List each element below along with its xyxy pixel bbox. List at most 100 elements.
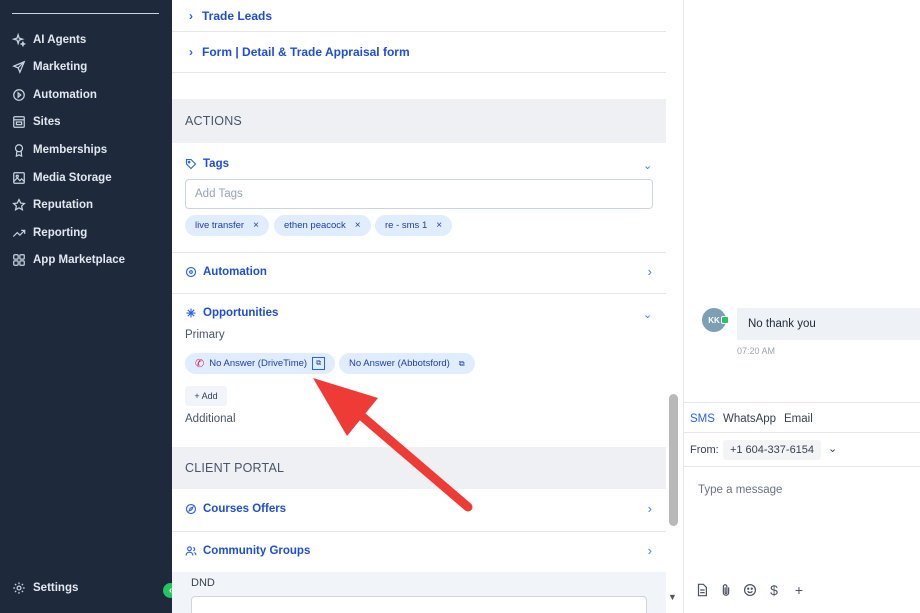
template-icon[interactable] [694, 582, 710, 598]
sites-icon [13, 116, 25, 128]
tab-sms[interactable]: SMS [690, 413, 715, 425]
tag-label: live transfer [195, 220, 245, 231]
open-external-icon[interactable]: ⧉ [459, 359, 465, 369]
sidebar-item-label: Memberships [33, 144, 108, 156]
courses-offers-toggle[interactable]: Courses Offers [185, 503, 286, 515]
contact-details-panel: › Trade Leads › Form | Detail & Trade Ap… [172, 0, 666, 613]
image-icon [13, 172, 25, 184]
form-trade-leads[interactable]: › Trade Leads [172, 0, 666, 32]
scroll-down-arrow-icon[interactable]: ▼ [668, 592, 677, 602]
add-tags-input[interactable]: Add Tags [185, 179, 653, 209]
tag-icon [185, 158, 197, 170]
tags-section-toggle[interactable]: Tags [185, 158, 229, 170]
opportunity-pill[interactable]: ✆ No Answer (DriveTime) ⧉ [185, 353, 336, 374]
tags-label: Tags [203, 158, 229, 170]
client-portal-heading: CLIENT PORTAL [172, 447, 666, 489]
sidebar-item-reputation[interactable]: Reputation [12, 195, 93, 215]
remove-tag-icon[interactable]: × [436, 220, 442, 231]
tab-email[interactable]: Email [784, 413, 813, 425]
chevron-right-icon[interactable]: › [648, 543, 652, 558]
dnd-select[interactable] [191, 596, 647, 613]
form-label: Trade Leads [202, 8, 273, 23]
automation-label: Automation [203, 266, 267, 278]
attachment-icon[interactable] [718, 582, 734, 598]
sms-channel-badge-icon [721, 316, 729, 324]
sidebar-item-settings[interactable]: Settings [12, 578, 78, 598]
message-bubble: No thank you [737, 308, 920, 340]
app-root: AI Agents Marketing Automation Sites Mem… [0, 0, 920, 613]
tag-label: re - sms 1 [385, 220, 428, 231]
users-icon [185, 546, 197, 556]
sidebar-item-label: Marketing [33, 61, 88, 73]
gear-icon [13, 582, 25, 594]
grid-icon [13, 254, 25, 266]
sidebar-item-reporting[interactable]: Reporting [12, 223, 87, 243]
chevron-down-icon[interactable]: ⌄ [828, 442, 837, 455]
automation-icon [13, 89, 25, 101]
tab-whatsapp[interactable]: WhatsApp [723, 413, 776, 425]
chevron-right-icon: › [189, 8, 193, 23]
sidebar-item-label: Media Storage [33, 172, 112, 184]
community-groups-toggle[interactable]: Community Groups [185, 545, 310, 557]
sidebar-item-label: AI Agents [33, 34, 87, 46]
open-external-icon[interactable]: ⧉ [312, 357, 326, 370]
dnd-label: DND [191, 577, 215, 589]
opportunities-label: Opportunities [203, 307, 279, 319]
divider [683, 466, 920, 467]
scrollbar-thumb[interactable] [669, 394, 678, 526]
sidebar-item-label: Automation [33, 89, 97, 101]
opportunities-section-toggle[interactable]: Opportunities [185, 307, 278, 319]
sidebar-item-automation[interactable]: Automation [12, 85, 97, 105]
add-opportunity-button[interactable]: + Add [185, 386, 227, 406]
courses-offers-label: Courses Offers [203, 503, 287, 515]
sidebar-item-media-storage[interactable]: Media Storage [12, 168, 112, 188]
chevron-down-icon[interactable]: ⌄ [643, 308, 652, 321]
tag-pill: live transfer × [185, 215, 269, 236]
form-appraisal[interactable]: › Form | Detail & Trade Appraisal form [172, 32, 666, 73]
snowflake-icon [186, 308, 196, 318]
sidebar-item-label: Reporting [33, 227, 88, 239]
emoji-icon[interactable] [742, 582, 758, 598]
sidebar-item-app-marketplace[interactable]: App Marketplace [12, 250, 125, 270]
sidebar-item-label: Reputation [33, 199, 94, 211]
sidebar-item-memberships[interactable]: Memberships [12, 140, 107, 160]
primary-label: Primary [185, 329, 225, 341]
automation-section-toggle[interactable]: Automation [185, 266, 267, 278]
sidebar-item-label: Sites [33, 116, 61, 128]
community-groups-label: Community Groups [203, 545, 311, 557]
from-number-select[interactable]: +1 604-337-6154 [723, 440, 821, 460]
remove-tag-icon[interactable]: × [253, 220, 259, 231]
chevron-right-icon[interactable]: › [648, 501, 652, 516]
divider [172, 293, 666, 294]
send-icon [12, 60, 26, 74]
tag-pill: ethen peacock × [274, 215, 371, 236]
sidebar: AI Agents Marketing Automation Sites Mem… [0, 0, 172, 613]
remove-tag-icon[interactable]: × [355, 220, 361, 231]
opportunity-pill[interactable]: No Answer (Abbotsford) ⧉ [339, 353, 475, 374]
sidebar-item-marketing[interactable]: Marketing [12, 57, 87, 77]
form-label: Form | Detail & Trade Appraisal form [202, 45, 410, 59]
dollar-icon[interactable]: $ [766, 582, 782, 598]
actions-heading: ACTIONS [172, 99, 666, 143]
compass-icon [185, 503, 197, 515]
additional-label: Additional [185, 413, 236, 425]
tag-pill: re - sms 1 × [375, 215, 453, 236]
trend-icon [12, 229, 26, 237]
sidebar-item-ai-agents[interactable]: AI Agents [12, 30, 86, 50]
sidebar-item-label: App Marketplace [33, 254, 126, 266]
plus-icon[interactable]: + [791, 582, 807, 598]
chevron-down-icon[interactable]: ⌄ [643, 159, 652, 172]
automation-icon [185, 266, 197, 278]
divider [172, 531, 666, 532]
message-timestamp: 07:20 AM [737, 346, 776, 356]
chevron-right-icon: › [189, 45, 193, 59]
dnd-section: DND [172, 572, 666, 613]
message-input[interactable]: Type a message [698, 484, 782, 496]
divider [172, 252, 666, 253]
opportunity-label: No Answer (Abbotsford) [349, 358, 450, 369]
sidebar-item-label: Settings [33, 582, 79, 594]
chevron-right-icon[interactable]: › [648, 264, 652, 279]
sidebar-item-sites[interactable]: Sites [12, 112, 61, 132]
divider [683, 432, 920, 433]
sidebar-divider [12, 13, 159, 14]
